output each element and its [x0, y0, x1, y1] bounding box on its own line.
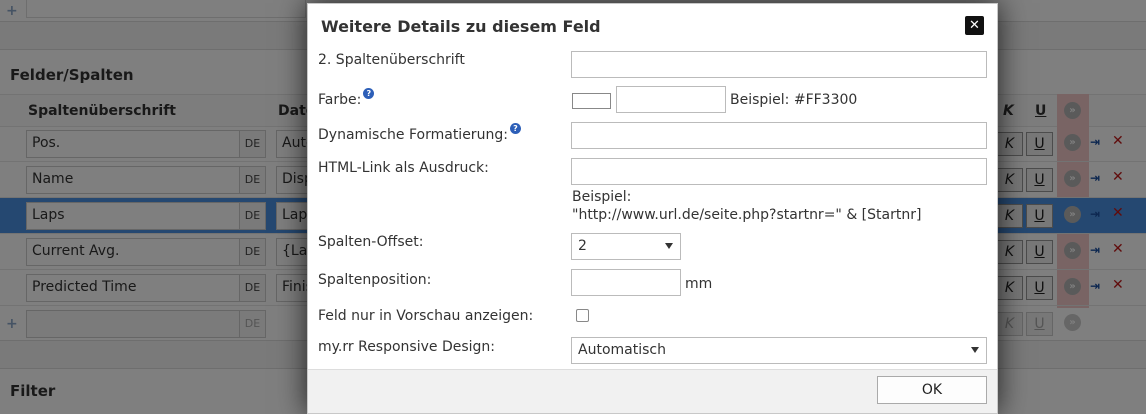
responsive-value: Automatisch: [578, 342, 666, 358]
html-link-input[interactable]: [571, 158, 987, 185]
dynamic-format-input[interactable]: [571, 122, 987, 149]
dynamic-format-label: Dynamische Formatierung:?: [318, 123, 521, 143]
column-position-label: Spaltenposition:: [318, 272, 432, 288]
responsive-select[interactable]: Automatisch: [571, 337, 987, 364]
preview-only-checkbox[interactable]: [576, 309, 589, 322]
dialog-title: Weitere Details zu diesem Feld: [321, 17, 601, 36]
color-example: Beispiel: #FF3300: [730, 92, 858, 108]
responsive-label: my.rr Responsive Design:: [318, 339, 496, 355]
column-position-unit: mm: [685, 276, 713, 292]
close-icon[interactable]: ✕: [965, 16, 984, 35]
heading2-input[interactable]: [571, 51, 987, 78]
html-link-label: HTML-Link als Ausdruck:: [318, 160, 489, 176]
preview-only-label: Feld nur in Vorschau anzeigen:: [318, 308, 534, 324]
chevron-down-icon: [665, 243, 673, 249]
column-offset-label: Spalten-Offset:: [318, 234, 424, 250]
dynamic-format-label-text: Dynamische Formatierung:: [318, 127, 508, 143]
html-link-example-text: "http://www.url.de/seite.php?startnr=" &…: [572, 207, 922, 223]
color-label-text: Farbe:: [318, 92, 362, 108]
question-circle-icon[interactable]: ?: [363, 88, 375, 99]
chevron-down-icon: [971, 347, 979, 353]
color-label: Farbe:?: [318, 88, 375, 108]
column-offset-select[interactable]: 2: [571, 233, 681, 260]
question-circle-icon[interactable]: ?: [509, 123, 521, 134]
color-swatch[interactable]: [572, 93, 611, 109]
heading2-label: 2. Spaltenüberschrift: [318, 52, 465, 68]
color-input[interactable]: [616, 86, 726, 113]
ok-button[interactable]: OK: [877, 376, 987, 404]
field-details-dialog: Weitere Details zu diesem Feld ✕ 2. Spal…: [307, 3, 998, 414]
html-link-example-title: Beispiel:: [572, 189, 632, 205]
dialog-footer: OK: [308, 369, 997, 413]
column-offset-value: 2: [578, 238, 587, 254]
column-position-input[interactable]: [571, 269, 681, 296]
